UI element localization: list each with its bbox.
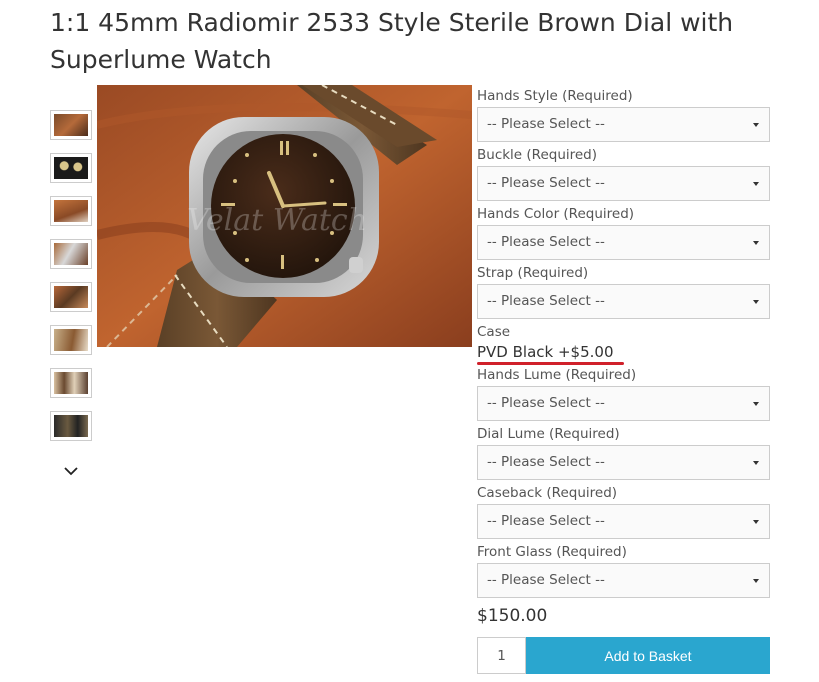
chevron-down-icon[interactable]: [63, 463, 79, 479]
option-label: Front Glass (Required): [477, 544, 627, 560]
caret-down-icon: [753, 461, 759, 465]
case-value: PVD Black +$5.00: [477, 342, 770, 365]
caret-down-icon: [753, 123, 759, 127]
option-label: Dial Lume (Required): [477, 426, 620, 442]
hands-color-select[interactable]: -- Please Select --: [477, 225, 770, 260]
select-value: -- Please Select --: [487, 395, 605, 411]
product-price: $150.00: [477, 606, 548, 626]
caret-down-icon: [753, 241, 759, 245]
purchase-row: Add to Basket: [477, 637, 770, 674]
option-label: Strap (Required): [477, 265, 589, 281]
thumbnail[interactable]: [50, 282, 92, 312]
select-value: -- Please Select --: [487, 454, 605, 470]
hands-lume-select[interactable]: -- Please Select --: [477, 386, 770, 421]
select-value: -- Please Select --: [487, 293, 605, 309]
add-to-basket-button[interactable]: Add to Basket: [526, 637, 770, 674]
thumbnail[interactable]: [50, 153, 92, 183]
quantity-input[interactable]: [477, 637, 526, 674]
thumbnail[interactable]: [50, 411, 92, 441]
option-label: Caseback (Required): [477, 485, 618, 501]
thumbnail[interactable]: [50, 196, 92, 226]
select-value: -- Please Select --: [487, 234, 605, 250]
product-image[interactable]: Velat Watch: [97, 85, 472, 347]
option-label: Hands Color (Required): [477, 206, 635, 222]
product-options: Hands Style (Required) -- Please Select …: [477, 86, 770, 674]
highlight-underline: [477, 362, 624, 365]
front-glass-select[interactable]: -- Please Select --: [477, 563, 770, 598]
watch-photo: Velat Watch: [97, 85, 472, 347]
caret-down-icon: [753, 182, 759, 186]
option-label: Buckle (Required): [477, 147, 598, 163]
caret-down-icon: [753, 402, 759, 406]
option-label: Hands Lume (Required): [477, 367, 637, 383]
thumbnail[interactable]: [50, 239, 92, 269]
caret-down-icon: [753, 520, 759, 524]
caret-down-icon: [753, 300, 759, 304]
select-value: -- Please Select --: [487, 116, 605, 132]
option-label: Case: [477, 324, 511, 340]
thumbnail[interactable]: [50, 110, 92, 140]
thumbnail-list: [50, 110, 94, 454]
product-title: 1:1 45mm Radiomir 2533 Style Sterile Bro…: [50, 8, 734, 74]
thumbnail[interactable]: [50, 368, 92, 398]
option-label: Hands Style (Required): [477, 88, 633, 104]
strap-select[interactable]: -- Please Select --: [477, 284, 770, 319]
thumbnail[interactable]: [50, 325, 92, 355]
select-value: -- Please Select --: [487, 175, 605, 191]
caret-down-icon: [753, 579, 759, 583]
buckle-select[interactable]: -- Please Select --: [477, 166, 770, 201]
dial-lume-select[interactable]: -- Please Select --: [477, 445, 770, 480]
select-value: -- Please Select --: [487, 513, 605, 529]
watermark-text: Velat Watch: [187, 203, 367, 238]
hands-style-select[interactable]: -- Please Select --: [477, 107, 770, 142]
select-value: -- Please Select --: [487, 572, 605, 588]
caseback-select[interactable]: -- Please Select --: [477, 504, 770, 539]
